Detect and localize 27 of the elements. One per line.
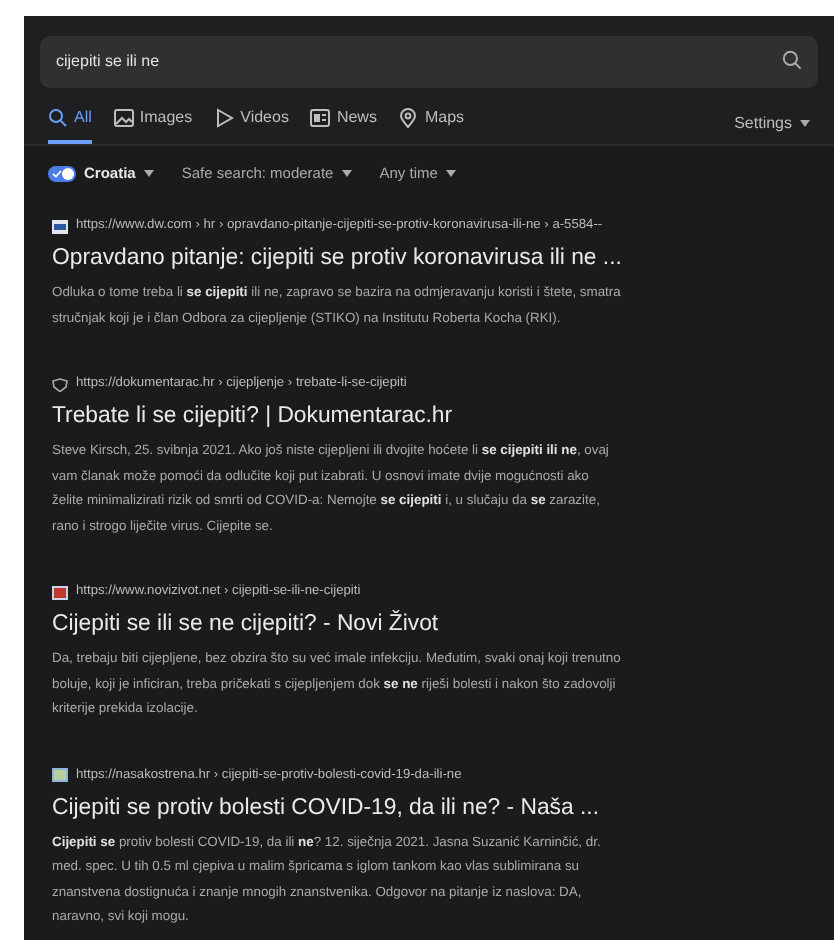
tab[interactable]: All bbox=[48, 102, 92, 144]
search-icon[interactable] bbox=[782, 50, 802, 70]
result-title[interactable]: Opravdano pitanje: cijepiti se protiv koronavirusa ili ne ... bbox=[52, 242, 810, 277]
result-title[interactable]: Cijepiti se protiv bolesti COVID-19, da ili ne? - Naša ... bbox=[52, 791, 810, 826]
image-icon bbox=[113, 108, 134, 128]
logo-icon bbox=[52, 768, 68, 783]
shield-icon bbox=[52, 377, 68, 392]
settings-dropdown[interactable]: Settings bbox=[734, 111, 810, 135]
caret-icon bbox=[143, 169, 154, 178]
newspaper-icon bbox=[310, 108, 331, 128]
tab[interactable]: Images bbox=[113, 102, 193, 144]
search-icon bbox=[48, 108, 68, 128]
region-toggle[interactable] bbox=[48, 165, 76, 182]
logo-icon bbox=[52, 585, 68, 600]
logo-icon bbox=[52, 219, 68, 234]
result-title[interactable]: Cijepiti se ili se ne cijepiti? - Novi Život bbox=[52, 608, 810, 643]
tab[interactable]: Videos bbox=[214, 102, 289, 144]
tab[interactable]: Maps bbox=[398, 102, 465, 144]
caret-icon bbox=[800, 119, 810, 127]
map-pin-icon bbox=[398, 108, 419, 128]
check-icon bbox=[52, 169, 62, 178]
tab[interactable]: News bbox=[310, 102, 377, 144]
search-field[interactable]: cijepiti se ili ne bbox=[40, 35, 818, 87]
result-title[interactable]: Trebate li se cijepiti? | Dokumentarac.hr bbox=[52, 400, 810, 435]
play-icon bbox=[214, 108, 235, 128]
caret-icon bbox=[341, 169, 352, 178]
caret-icon bbox=[445, 169, 456, 178]
